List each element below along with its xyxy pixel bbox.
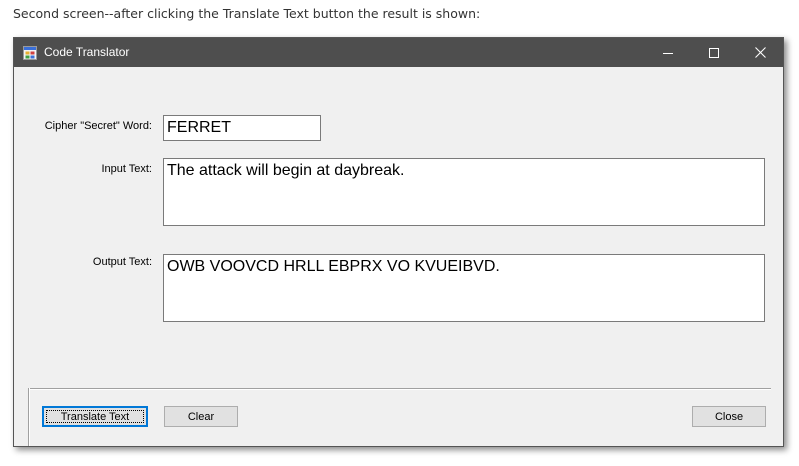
translate-text-label: Translate Text [60, 410, 130, 423]
close-label: Close [714, 410, 744, 423]
cipher-word-input[interactable]: FERRET [163, 115, 321, 141]
close-icon [754, 43, 766, 62]
close-button[interactable]: Close [692, 406, 766, 427]
close-window-button[interactable] [737, 38, 783, 67]
page-caption: Second screen--after clicking the Transl… [13, 6, 481, 21]
button-group-border-left [28, 388, 30, 446]
app-form-icon [23, 45, 37, 60]
title-bar[interactable]: Code Translator [14, 38, 783, 67]
maximize-icon [709, 43, 719, 62]
output-text-area[interactable]: OWB VOOVCD HRLL EBPRX VO KVUEIBVD. [163, 254, 765, 322]
maximize-button[interactable] [691, 38, 737, 67]
translate-text-button[interactable]: Translate Text [42, 406, 148, 427]
input-text-label: Input Text: [101, 163, 152, 175]
clear-button[interactable]: Clear [164, 406, 238, 427]
window-title: Code Translator [44, 45, 130, 59]
cipher-word-label: Cipher "Secret" Word: [44, 120, 152, 132]
input-text-area[interactable]: The attack will begin at daybreak. [163, 158, 765, 226]
output-text-label: Output Text: [92, 256, 152, 268]
button-group-border [28, 388, 771, 390]
code-translator-window: Code Translator Cipher "Secret" Word: FE… [13, 37, 784, 447]
minimize-button[interactable] [645, 38, 691, 67]
clear-label: Clear [187, 410, 215, 423]
minimize-icon [663, 43, 673, 62]
